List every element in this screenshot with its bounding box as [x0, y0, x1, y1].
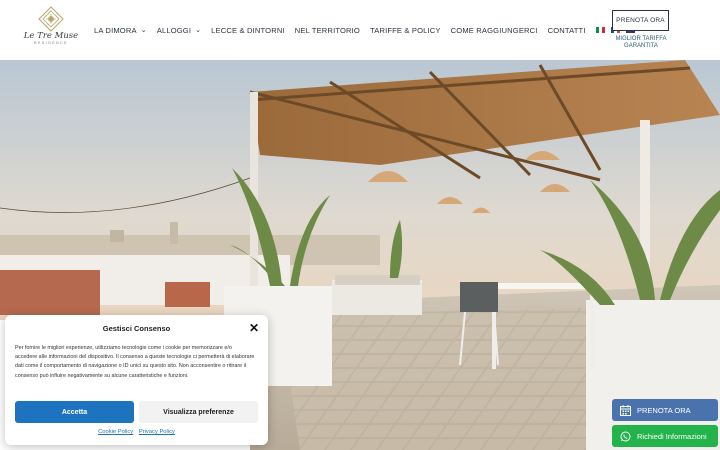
chevron-down-icon: ⌄ [140, 27, 147, 34]
cookie-policy-link[interactable]: Cookie Policy [98, 429, 133, 435]
floating-book-button[interactable]: PRENOTA ORA [612, 399, 718, 421]
nav-item-come-raggiungerci[interactable]: COME RAGGIUNGERCI [451, 26, 538, 35]
consent-links: Cookie Policy Privacy Policy [5, 429, 268, 435]
chevron-down-icon: ⌄ [195, 27, 202, 34]
it-flag-icon[interactable] [595, 27, 605, 33]
calendar-icon [620, 404, 631, 416]
site-header: Le Tre Muse RESIDENCE LA DIMORA ⌄ ALLOGG… [0, 0, 720, 60]
nav-item-nel-territorio[interactable]: NEL TERRITORIO [295, 26, 360, 35]
nav-item-la-dimora[interactable]: LA DIMORA ⌄ [94, 26, 147, 35]
nav-item-label: LA DIMORA [94, 25, 137, 35]
nav-item-label: NEL TERRITORIO [294, 25, 360, 35]
whatsapp-info-label: Richiedi Informazioni [637, 431, 707, 441]
view-preferences-button[interactable]: Visualizza preferenze [139, 401, 258, 423]
nav-item-label: TARIFFE & POLICY [370, 25, 441, 35]
best-rate-line1: MIGLIOR TARIFFA [615, 36, 667, 42]
nav-item-lecce-dintorni[interactable]: LECCE & DINTORNI [211, 26, 285, 35]
accept-button[interactable]: Accetta [15, 401, 134, 423]
nav-item-label: COME RAGGIUNGERCI [450, 25, 538, 35]
logo-emblem-icon [38, 6, 64, 32]
main-nav: LA DIMORA ⌄ ALLOGGI ⌄ LECCE & DINTORNI N… [94, 24, 641, 36]
nav-item-contatti[interactable]: CONTATTI [548, 26, 586, 35]
nav-item-label: ALLOGGI [156, 25, 192, 35]
whatsapp-icon [620, 431, 631, 441]
consent-title: Gestisci Consenso [102, 324, 171, 333]
site-logo[interactable]: Le Tre Muse RESIDENCE [20, 6, 82, 54]
nav-item-label: CONTATTI [547, 25, 586, 35]
nav-item-tariffe-policy[interactable]: TARIFFE & POLICY [370, 26, 441, 35]
cookie-consent-dialog: Gestisci Consenso ✕ Per fornire le migli… [5, 315, 268, 445]
close-icon[interactable]: ✕ [247, 321, 261, 335]
floating-book-label: PRENOTA ORA [637, 405, 691, 415]
whatsapp-info-button[interactable]: Richiedi Informazioni [612, 425, 718, 447]
logo-tagline: RESIDENCE [34, 41, 68, 45]
consent-body: Per fornire le migliori esperienze, util… [15, 345, 255, 379]
best-rate-badge: MIGLIOR TARIFFA GARANTITA [606, 36, 676, 50]
nav-item-label: LECCE & DINTORNI [211, 25, 285, 35]
header-book-button[interactable]: PRENOTA ORA [612, 10, 669, 31]
privacy-policy-link[interactable]: Privacy Policy [139, 429, 175, 435]
logo-name: Le Tre Muse [23, 31, 79, 41]
nav-item-alloggi[interactable]: ALLOGGI ⌄ [157, 26, 201, 35]
best-rate-line2: GARANTITA [624, 43, 658, 49]
